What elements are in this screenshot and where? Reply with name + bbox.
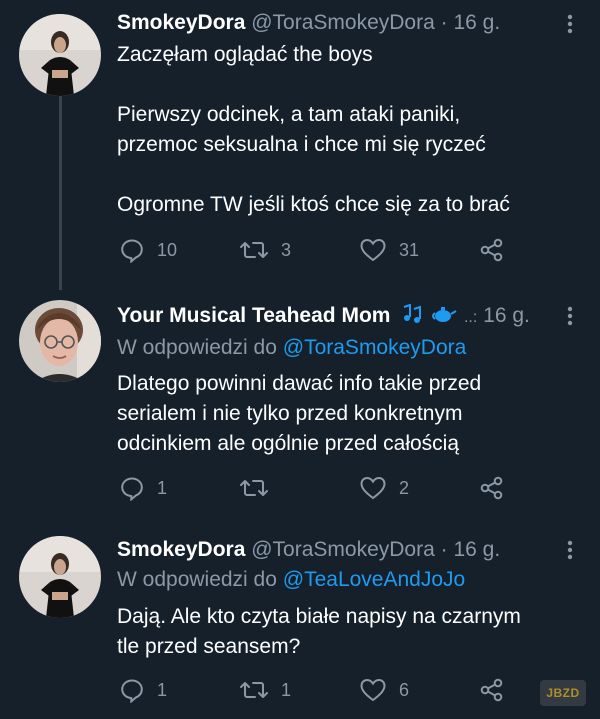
retweet-icon [240,242,268,258]
tweet-3[interactable]: SmokeyDora @ToraSmokeyDora · 16 g. W odp… [0,520,600,719]
like-count: 2 [399,477,410,498]
retweet-count: 3 [281,239,292,260]
tweet-text: Dają. Ale kto czyta białe napisy na czar… [117,602,577,662]
share-button[interactable] [479,675,505,705]
tweet-text-line: przemoc seksualna i chce mi się ryczeć [117,133,486,156]
reply-count: 1 [157,477,168,498]
avatar[interactable] [19,300,101,382]
author-name[interactable]: SmokeyDora [117,538,245,561]
watermark-logo: JBZD [540,680,586,706]
teapot-icon [430,304,458,330]
reply-button[interactable]: 1 [119,473,167,503]
thread-line [59,96,62,290]
author-name[interactable]: Your Musical Teahead Mom [117,304,390,327]
retweet-button[interactable]: 3 [239,235,291,265]
timestamp[interactable]: 16 g. [453,538,500,561]
heart-icon [360,476,386,500]
tweet-text-line: tle przed seansem? [117,635,301,658]
reply-context: W odpowiedzi do @ToraSmokeyDora [117,336,466,360]
reply-button[interactable]: 1 [119,675,167,705]
author-handle[interactable]: @ToraSmokeyDora [251,11,435,34]
retweet-icon [240,480,268,496]
avatar[interactable] [19,14,101,96]
tweet-actions: 10 3 31 [117,235,587,265]
more-icon[interactable] [560,538,580,564]
like-button[interactable]: 31 [359,235,419,265]
reply-button[interactable]: 10 [119,235,177,265]
tweet-text-line: Pierwszy odcinek, a tam ataki paniki, [117,103,461,126]
retweet-button[interactable]: 1 [239,675,291,705]
share-button[interactable] [479,235,505,265]
reply-icon [121,679,143,703]
tweet-text: Zaczęłam oglądać the boys Pierwszy odcin… [117,40,577,220]
tweet-header: SmokeyDora @ToraSmokeyDora · 16 g. [117,11,500,35]
more-icon[interactable] [560,304,580,330]
tweet-text-line [117,160,577,190]
separator-dot: · [440,11,448,34]
share-icon [480,678,503,702]
reply-context: W odpowiedzi do @TeaLoveAndJoJo [117,568,465,592]
reply-prefix: W odpowiedzi do [117,336,277,359]
tweet-2[interactable]: Your Musical Teahead Mom ..: 16 g. W odp… [0,290,600,520]
music-notes-icon [400,303,424,330]
tweet-actions: 1 1 6 [117,675,587,705]
tweet-header: SmokeyDora @ToraSmokeyDora · 16 g. [117,538,500,562]
reply-mention[interactable]: @TeaLoveAndJoJo [283,568,465,591]
reply-icon [121,477,143,501]
more-icon[interactable] [560,12,580,38]
tweet-actions: 1 2 [117,473,587,503]
tweet-text-line: serialem i nie tylko przed konkretnym [117,402,463,425]
author-name[interactable]: SmokeyDora [117,11,245,34]
avatar-image [19,300,101,382]
retweet-icon [240,682,268,698]
author-handle[interactable]: @ToraSmokeyDora [251,538,435,561]
like-count: 6 [399,679,410,700]
share-button[interactable] [479,473,505,503]
reply-count: 1 [157,679,168,700]
tweet-header: Your Musical Teahead Mom ..: 16 g. [117,303,530,330]
tweet-text-line [117,70,577,100]
tweet-text-line: Ogromne TW jeśli ktoś chce się za to bra… [117,193,510,216]
share-icon [480,476,503,500]
handle-truncated[interactable]: ..: [464,309,477,326]
tweet-1[interactable]: SmokeyDora @ToraSmokeyDora · 16 g. Zaczę… [0,0,600,290]
reply-icon [121,239,143,263]
separator-dot: · [440,538,448,561]
heart-icon [360,678,386,702]
tweet-text-line: odcinkiem ale ogólnie przed całością [117,432,460,455]
like-count: 31 [399,239,420,260]
avatar[interactable] [19,536,101,618]
avatar-image [19,14,101,96]
like-button[interactable]: 6 [359,675,409,705]
timestamp[interactable]: 16 g. [453,11,500,34]
tweet-text-line: Dlatego powinni dawać info takie przed [117,372,482,395]
retweet-button[interactable] [239,473,281,503]
retweet-count: 1 [281,679,292,700]
reply-prefix: W odpowiedzi do [117,568,277,591]
like-button[interactable]: 2 [359,473,409,503]
tweet-text: Dlatego powinni dawać info takie przed s… [117,369,577,459]
tweet-text-line: Zaczęłam oglądać the boys [117,43,373,66]
reply-mention[interactable]: @ToraSmokeyDora [283,336,467,359]
avatar-image [19,536,101,618]
share-icon [480,238,503,262]
timestamp[interactable]: 16 g. [483,304,530,327]
heart-icon [360,238,386,262]
tweet-text-line: Dają. Ale kto czyta białe napisy na czar… [117,605,521,628]
reply-count: 10 [157,239,178,260]
